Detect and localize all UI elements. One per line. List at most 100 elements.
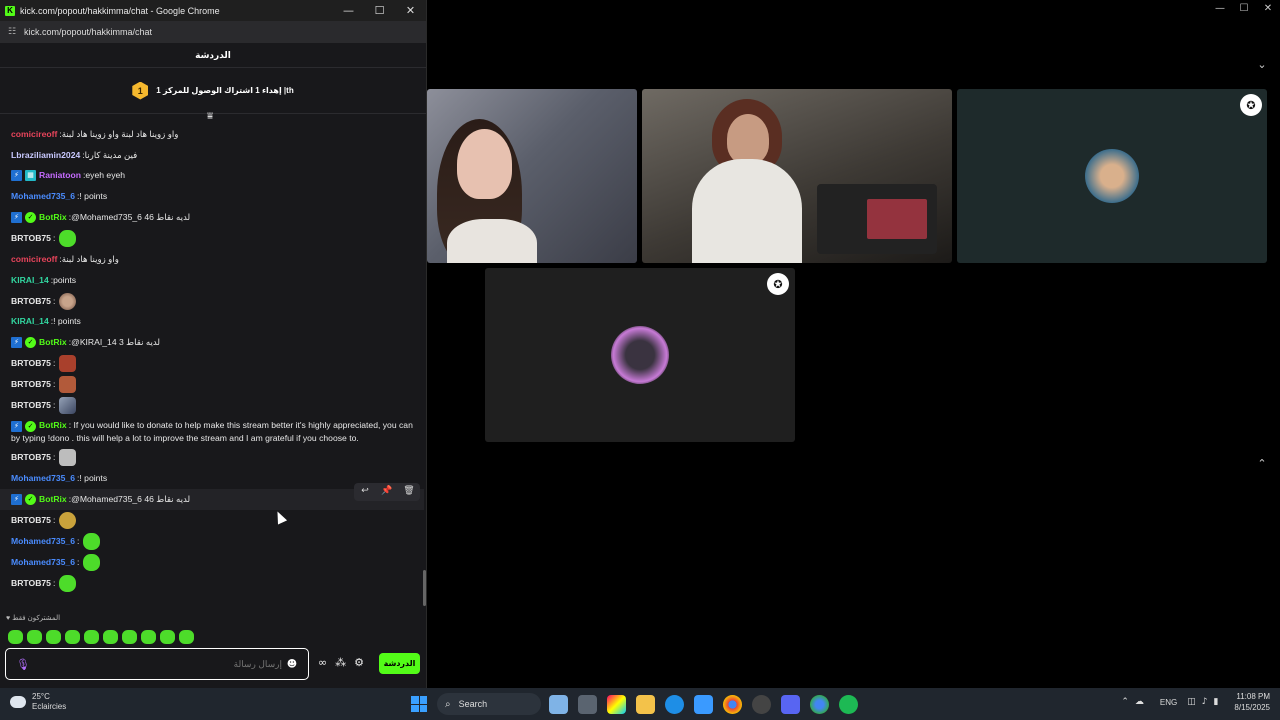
chat-username[interactable]: KIRAI_14 xyxy=(11,315,49,328)
chat-message[interactable]: ⚡ ▦ Raniatoon: eyeh eyeh xyxy=(11,166,416,187)
chat-username[interactable]: BRTOB75 xyxy=(11,399,51,412)
emote-icon[interactable] xyxy=(27,630,42,644)
chat-message[interactable]: BRTOB75: xyxy=(11,395,416,416)
pin-icon[interactable]: ✪ xyxy=(1240,94,1262,116)
emote-icon[interactable] xyxy=(160,630,175,644)
chevron-up-icon[interactable]: ⌃ xyxy=(1255,456,1269,470)
chevron-down-icon[interactable]: ⌄ xyxy=(1255,57,1269,71)
chat-username[interactable]: BotRix xyxy=(39,211,67,224)
chat-message[interactable]: ⚡ ✓ BotRix: @KIRAI_14 3 لديه نقاط xyxy=(11,332,416,353)
windows-start-icon[interactable] xyxy=(411,696,427,712)
chat-username[interactable]: BRTOB75 xyxy=(11,295,51,308)
clock[interactable]: 11:08 PM 8/15/2025 xyxy=(1234,691,1270,713)
chat-message[interactable]: BRTOB75: xyxy=(11,291,416,312)
emote-icon[interactable] xyxy=(46,630,61,644)
emote-icon[interactable] xyxy=(84,630,99,644)
chat-username[interactable]: KIRAI_14 xyxy=(11,274,49,287)
chat-message[interactable]: BRTOB75: xyxy=(11,510,416,531)
chat-message[interactable]: BRTOB75: xyxy=(11,353,416,374)
spotify-icon[interactable] xyxy=(839,695,858,714)
sub-goal-banner[interactable]: 1 إهداء 1 اشتراك الوصول للمركز 1 |th xyxy=(0,68,426,114)
emote-icon[interactable] xyxy=(65,630,80,644)
chat-message[interactable]: Mohamed735_6: xyxy=(11,531,416,552)
chat-message[interactable]: Lbraziliamin2024: فين مدينة كارنا xyxy=(11,145,416,166)
chat-username[interactable]: BRTOB75 xyxy=(11,451,51,464)
chat-message[interactable]: BRTOB75: xyxy=(11,447,416,468)
chat-input[interactable] xyxy=(34,659,282,669)
emote-icon[interactable] xyxy=(8,630,23,644)
chat-message[interactable]: BRTOB75: xyxy=(11,374,416,395)
reply-icon[interactable]: ↩ xyxy=(354,483,376,501)
chat-username[interactable]: BRTOB75 xyxy=(11,357,51,370)
site-info-icon[interactable]: ☷ xyxy=(8,27,18,37)
bubbles-icon[interactable]: ⁂ xyxy=(335,656,346,669)
close-icon[interactable]: ✕ xyxy=(395,4,426,17)
scrollbar[interactable] xyxy=(423,570,426,606)
copilot-icon[interactable] xyxy=(607,695,626,714)
store-icon[interactable] xyxy=(694,695,713,714)
chat-message[interactable]: Mohamed735_6: xyxy=(11,552,416,573)
delete-icon[interactable]: 🗑 xyxy=(398,483,420,501)
pin-icon[interactable]: 📌 xyxy=(376,483,398,501)
maximize-icon[interactable]: ☐ xyxy=(1232,0,1256,16)
chat-username[interactable]: BotRix xyxy=(39,493,67,506)
weather-widget[interactable]: 25°C Eclaircies xyxy=(10,692,66,712)
chat-message[interactable]: ⚡ ✓ BotRix: @Mohamed735_6 46 لديه نقاط xyxy=(11,207,416,228)
chat-username[interactable]: BRTOB75 xyxy=(11,577,51,590)
video-tile-2[interactable] xyxy=(642,89,952,263)
taskbar-search[interactable]: ⌕ Search xyxy=(437,693,541,715)
emote-icon[interactable] xyxy=(103,630,118,644)
file-explorer-icon[interactable] xyxy=(636,695,655,714)
obs-icon[interactable] xyxy=(752,695,771,714)
chat-username[interactable]: BRTOB75 xyxy=(11,514,51,527)
chat-username[interactable]: Raniatoon xyxy=(39,169,81,182)
chat-username[interactable]: Mohamed735_6 xyxy=(11,190,75,203)
chat-username[interactable]: BotRix xyxy=(39,420,67,430)
chat-username[interactable]: BRTOB75 xyxy=(11,378,51,391)
close-icon[interactable]: ✕ xyxy=(1256,0,1280,16)
widget-app-icon[interactable] xyxy=(549,695,568,714)
chat-message[interactable]: ⚡ ✓ BotRix: @Mohamed735_6 46 لديه نقاط ↩ 📌 🗑 xyxy=(0,482,424,510)
chat-message[interactable]: BRTOB75: xyxy=(11,573,416,594)
chat-input-box[interactable]: 🎙 ☻ xyxy=(5,648,309,680)
pin-icon[interactable]: ✪ xyxy=(767,273,789,295)
avatar-tile-4[interactable]: ✪ xyxy=(485,268,795,442)
emote-icon[interactable] xyxy=(122,630,137,644)
chrome-profile-icon[interactable] xyxy=(810,695,829,714)
tray-icons[interactable]: ⌃☁ xyxy=(1121,697,1150,707)
chat-username[interactable]: Lbraziliamin2024 xyxy=(11,149,80,162)
collapse-icon[interactable]: ⩸ xyxy=(207,111,213,122)
infinity-icon[interactable]: ∞ xyxy=(318,656,327,669)
chat-username[interactable]: BotRix xyxy=(39,336,67,349)
gear-icon[interactable]: ⚙ xyxy=(354,656,364,669)
maximize-icon[interactable]: ☐ xyxy=(364,4,395,17)
chat-message[interactable]: KIRAI_14: ! points xyxy=(11,312,416,333)
emoji-icon[interactable]: ☻ xyxy=(282,659,302,670)
discord-icon[interactable] xyxy=(781,695,800,714)
chat-username[interactable]: Mohamed735_6 xyxy=(11,535,75,548)
chat-message[interactable]: BRTOB75: xyxy=(11,228,416,249)
avatar-tile-3[interactable]: ✪ xyxy=(957,89,1267,263)
minimize-icon[interactable]: — xyxy=(1208,0,1232,16)
chat-messages[interactable]: comicireoff: واو زوينا هاد لبنة واو زوين… xyxy=(0,124,424,609)
chat-username[interactable]: BRTOB75 xyxy=(11,232,51,245)
emote-icon[interactable] xyxy=(179,630,194,644)
chat-message[interactable]: comicireoff: واو زوينا هاد لبنة xyxy=(11,249,416,270)
edge-icon[interactable] xyxy=(665,695,684,714)
chat-message[interactable]: KIRAI_14: points xyxy=(11,270,416,291)
task-view-icon[interactable] xyxy=(578,695,597,714)
chat-username[interactable]: Mohamed735_6 xyxy=(11,556,75,569)
send-chat-button[interactable]: الدردشة xyxy=(379,653,420,674)
chat-message[interactable]: Mohamed735_6: ! points xyxy=(11,186,416,207)
emote-icon[interactable] xyxy=(141,630,156,644)
video-tile-1[interactable] xyxy=(427,89,637,263)
chat-username[interactable]: Mohamed735_6 xyxy=(11,472,75,485)
chrome-icon[interactable] xyxy=(723,695,742,714)
address-bar[interactable]: ☷ kick.com/popout/hakkimma/chat xyxy=(0,21,426,43)
chat-username[interactable]: comicireoff xyxy=(11,253,57,266)
chat-message[interactable]: comicireoff: واو زوينا هاد لبنة واو زوين… xyxy=(11,124,416,145)
chat-message[interactable]: ⚡ ✓ BotRix: If you would like to donate to… xyxy=(11,416,416,447)
network-volume-icons[interactable]: ◫♪▮ xyxy=(1187,697,1224,707)
microphone-icon[interactable]: 🎙 xyxy=(16,658,34,671)
minimize-icon[interactable]: — xyxy=(333,4,364,17)
